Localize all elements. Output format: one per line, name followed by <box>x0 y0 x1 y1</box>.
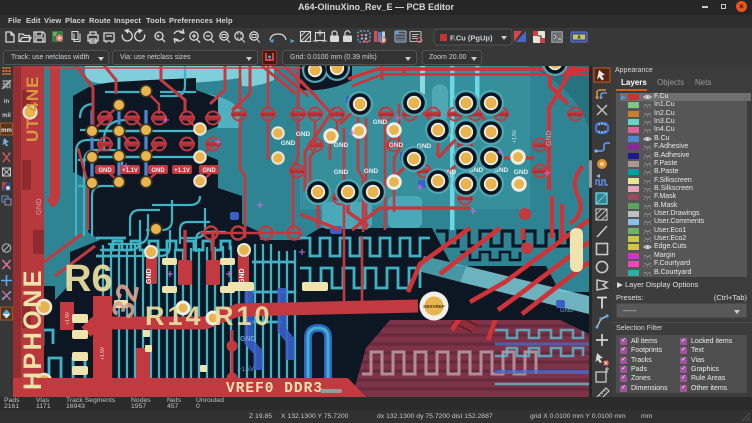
svg-text:SDRAM: SDRAM <box>98 116 112 121</box>
svg-text:GND: GND <box>389 142 404 149</box>
svg-text:+1.5V: +1.5V <box>238 367 254 373</box>
svg-text:SDRAM: SDRAM <box>125 142 139 147</box>
svg-text:+1.5V: +1.5V <box>512 129 518 143</box>
svg-text:F.Cu (PgUp): F.Cu (PgUp) <box>450 34 493 43</box>
svg-text:GND: GND <box>364 168 379 175</box>
svg-text:mil: mil <box>2 113 11 119</box>
svg-text:+1.1V: +1.1V <box>174 168 190 174</box>
svg-text:GND: GND <box>151 168 165 174</box>
svg-text:SDRAM: SDRAM <box>206 116 220 121</box>
svg-text:GND: GND <box>373 119 388 126</box>
svg-text:SDRAM: SDRAM <box>180 142 194 147</box>
svg-text:SDRAM: SDRAM <box>152 142 166 147</box>
svg-text:+1.5V: +1.5V <box>100 346 106 360</box>
svg-text:R6: R6 <box>64 258 113 300</box>
svg-text:GND: GND <box>98 168 112 174</box>
svg-text:SDRAM: SDRAM <box>426 112 440 117</box>
svg-text:GND: GND <box>240 336 256 343</box>
svg-text:SDRAM: SDRAM <box>232 112 246 117</box>
svg-text:SDRAM: SDRAM <box>180 116 194 121</box>
svg-text:mm: mm <box>1 128 12 134</box>
svg-text:SDRAM: SDRAM <box>291 112 305 117</box>
svg-text:SDRAM: SDRAM <box>330 112 344 117</box>
svg-text:GND: GND <box>202 168 216 174</box>
svg-text:SDRAM: SDRAM <box>98 142 112 147</box>
svg-text:GND: GND <box>560 308 574 314</box>
svg-text:GND: GND <box>296 131 311 138</box>
svg-text:UT 4NE: UT 4NE <box>23 76 42 142</box>
svg-text:32: 32 <box>105 280 146 321</box>
svg-text:GND: GND <box>514 169 529 176</box>
svg-text:+1.5V: +1.5V <box>535 143 546 148</box>
svg-text:SDRAM: SDRAM <box>290 169 304 174</box>
svg-text:SDRAM: SDRAM <box>308 112 322 117</box>
svg-text:GND: GND <box>546 130 553 146</box>
svg-text:VREF0 DDR3: VREF0 DDR3 <box>226 381 323 397</box>
svg-text:SDRAM: SDRAM <box>125 116 139 121</box>
svg-text:GND: GND <box>34 198 43 215</box>
svg-text:+1.5V: +1.5V <box>311 143 322 148</box>
svg-text:+1.1V: +1.1V <box>122 168 138 174</box>
svg-text:HPHONE: HPHONE <box>19 268 47 390</box>
svg-text:SDRAM: SDRAM <box>261 112 275 117</box>
svg-text:in: in <box>4 99 10 105</box>
svg-text:A: A <box>577 35 581 41</box>
svg-text:SBSVREF: SBSVREF <box>423 304 445 309</box>
svg-text:GND: GND <box>239 268 246 284</box>
svg-text:GND: GND <box>334 142 349 149</box>
svg-text:GND: GND <box>281 140 296 147</box>
svg-text:GND: GND <box>334 169 349 176</box>
svg-text:SDRAM: SDRAM <box>379 112 393 117</box>
svg-text:R14 R10: R14 R10 <box>145 301 273 331</box>
svg-text:GND: GND <box>146 268 153 284</box>
svg-text:SDRAM: SDRAM <box>568 112 582 117</box>
svg-text:+1.5V: +1.5V <box>65 311 71 325</box>
